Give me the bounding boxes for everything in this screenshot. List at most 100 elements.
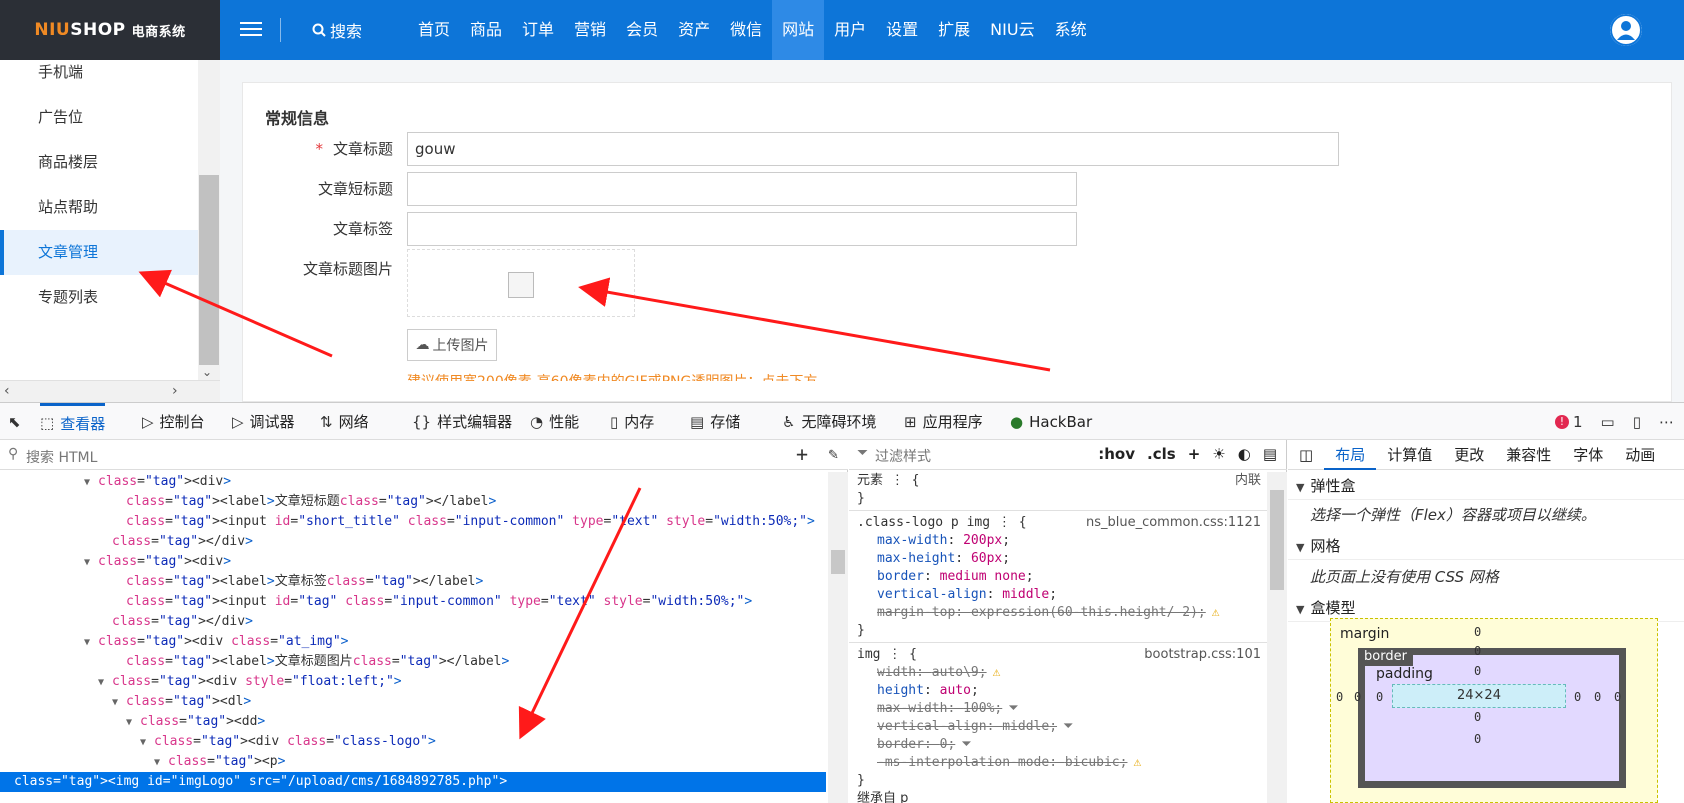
scroll-down-icon[interactable]: ⌄: [202, 365, 212, 379]
rule-prop-2[interactable]: border: medium none;: [849, 568, 1267, 586]
nav-item-0[interactable]: 首页: [408, 0, 460, 60]
border-left-value[interactable]: 0: [1354, 690, 1361, 704]
devtools-tab-10[interactable]: ● HackBar: [1010, 403, 1092, 440]
sidebar-toggle-icon[interactable]: ◫: [1288, 440, 1324, 470]
devtools-tab-0[interactable]: ⬚ 查看器: [40, 403, 106, 440]
light-theme-icon[interactable]: ☀: [1212, 445, 1225, 463]
html-node-1[interactable]: class="tag"><label>文章短标题class="tag"></la…: [112, 492, 496, 512]
filter-styles-input[interactable]: 过滤样式: [875, 446, 931, 466]
menu-toggle-icon[interactable]: [240, 18, 262, 40]
nav-item-3[interactable]: 营销: [564, 0, 616, 60]
devtools-tab-1[interactable]: ▷ 控制台: [142, 403, 205, 440]
more-options-icon[interactable]: ⋯: [1659, 413, 1674, 431]
html-node-12[interactable]: ▼ class="tag"><dd>: [126, 712, 265, 732]
grid-section-header[interactable]: ▼ 网格: [1288, 532, 1684, 560]
rule-prop-3[interactable]: vertical-align: middle;: [849, 586, 1267, 604]
html-scroll-thumb[interactable]: [831, 550, 845, 574]
layout-tab-2[interactable]: 更改: [1443, 440, 1495, 470]
hov-toggle[interactable]: :hov: [1098, 445, 1135, 463]
html-node-9[interactable]: class="tag"><label>文章标题图片class="tag"></l…: [112, 652, 509, 672]
add-node-icon[interactable]: +: [796, 442, 808, 466]
user-avatar-icon[interactable]: [1610, 14, 1642, 46]
element-picker-icon[interactable]: ⬉: [8, 403, 27, 440]
layout-tab-4[interactable]: 字体: [1562, 440, 1614, 470]
html-node-15[interactable]: class="tag"><img id="imgLogo" src="/uplo…: [0, 772, 826, 792]
sidebar-item-3[interactable]: 站点帮助: [0, 185, 198, 230]
devtools-tab-3[interactable]: ⇅ 网络: [320, 403, 369, 440]
cls-toggle[interactable]: .cls: [1147, 445, 1176, 463]
rule-img-prop-5[interactable]: -ms-interpolation-mode: bicubic; ⚠: [849, 754, 1267, 772]
html-node-0[interactable]: ▼ class="tag"><div>: [84, 472, 231, 492]
eyedropper-icon[interactable]: ✎: [828, 444, 838, 463]
search-button[interactable]: 搜索: [312, 0, 362, 60]
rule-element-header[interactable]: 元素 ⋮ {内联: [849, 472, 1267, 490]
html-node-13[interactable]: ▼ class="tag"><div class="class-logo">: [140, 732, 436, 752]
short-title-input[interactable]: [407, 172, 1077, 206]
rule-prop-0[interactable]: max-width: 200px;: [849, 532, 1267, 550]
box-model-content[interactable]: 24×24: [1392, 684, 1566, 708]
rule-close[interactable]: }: [849, 622, 1267, 640]
devtools-tab-5[interactable]: ◔ 性能: [530, 403, 579, 440]
devtools-tab-6[interactable]: ▯ 内存: [610, 403, 654, 440]
layout-tab-5[interactable]: 动画: [1614, 440, 1666, 470]
nav-item-6[interactable]: 微信: [720, 0, 772, 60]
html-scrollbar[interactable]: [828, 472, 848, 803]
padding-bottom-value[interactable]: 0: [1474, 710, 1481, 724]
split-console-icon[interactable]: ▭: [1601, 413, 1615, 431]
nav-item-10[interactable]: 扩展: [928, 0, 980, 60]
upload-image-button[interactable]: ☁ 上传图片: [407, 329, 497, 361]
html-node-7[interactable]: class="tag"></div>: [98, 612, 253, 632]
nav-item-7[interactable]: 网站: [772, 0, 825, 60]
rule-img-header[interactable]: img ⋮ {bootstrap.css:101: [849, 646, 1267, 664]
margin-right-value[interactable]: 0: [1614, 690, 1621, 704]
print-media-icon[interactable]: ▤: [1263, 445, 1277, 463]
rule-img-prop-4[interactable]: border: 0; ⏷: [849, 736, 1267, 754]
rule-element-close[interactable]: }: [849, 490, 1267, 508]
nav-item-2[interactable]: 订单: [512, 0, 564, 60]
nav-item-12[interactable]: 系统: [1045, 0, 1097, 60]
html-node-4[interactable]: ▼ class="tag"><div>: [84, 552, 231, 572]
image-preview[interactable]: [407, 249, 635, 317]
html-node-10[interactable]: ▼ class="tag"><div style="float:left;">: [98, 672, 402, 692]
html-node-3[interactable]: class="tag"></div>: [98, 532, 253, 552]
html-node-8[interactable]: ▼ class="tag"><div class="at_img">: [84, 632, 349, 652]
devtools-tab-8[interactable]: ♿ 无障碍环境: [782, 403, 876, 440]
html-node-2[interactable]: class="tag"><input id="short_title" clas…: [112, 512, 815, 532]
margin-left-value[interactable]: 0: [1336, 690, 1343, 704]
html-node-14[interactable]: ▼ class="tag"><p>: [154, 752, 285, 772]
scroll-right-icon[interactable]: ›: [172, 383, 178, 399]
rule-close-2[interactable]: }: [849, 772, 1267, 790]
sidebar-item-5[interactable]: 专题列表: [0, 275, 198, 320]
sidebar-item-0[interactable]: 手机端: [0, 50, 198, 95]
sidebar-item-1[interactable]: 广告位: [0, 95, 198, 140]
html-search-bar[interactable]: ⚲ 搜索 HTML + ✎: [0, 440, 848, 470]
nav-item-4[interactable]: 会员: [616, 0, 668, 60]
layout-tab-1[interactable]: 计算值: [1376, 440, 1443, 470]
title-input[interactable]: gouw: [407, 132, 1339, 166]
layout-tab-3[interactable]: 兼容性: [1495, 440, 1562, 470]
devtools-tab-9[interactable]: ⊞ 应用程序: [904, 403, 983, 440]
tag-input[interactable]: [407, 212, 1077, 246]
scroll-left-icon[interactable]: ‹: [4, 383, 10, 399]
nav-item-1[interactable]: 商品: [460, 0, 512, 60]
rule-img-prop-0[interactable]: width: auto\9; ⚠: [849, 664, 1267, 682]
responsive-mode-icon[interactable]: ▯: [1633, 413, 1641, 431]
border-top-value[interactable]: 0: [1474, 644, 1481, 658]
html-node-5[interactable]: class="tag"><label>文章标签class="tag"></lab…: [112, 572, 483, 592]
padding-top-value[interactable]: 0: [1474, 664, 1481, 678]
rule-class-logo-header[interactable]: .class-logo p img ⋮ {ns_blue_common.css:…: [849, 514, 1267, 532]
sidebar-item-2[interactable]: 商品楼层: [0, 140, 198, 185]
padding-right-value[interactable]: 0: [1574, 690, 1581, 704]
border-right-value[interactable]: 0: [1594, 690, 1601, 704]
html-search-input[interactable]: 搜索 HTML: [26, 447, 97, 467]
sidebar-scroll-thumb[interactable]: [199, 175, 219, 365]
rule-prop-1[interactable]: max-height: 60px;: [849, 550, 1267, 568]
rule-img-prop-1[interactable]: height: auto;: [849, 682, 1267, 700]
rule-img-prop-3[interactable]: vertical-align: middle; ⏷: [849, 718, 1267, 736]
border-bottom-value[interactable]: 0: [1474, 732, 1481, 746]
nav-item-8[interactable]: 用户: [824, 0, 876, 60]
devtools-tab-2[interactable]: ▷ 调试器: [232, 403, 295, 440]
nav-item-9[interactable]: 设置: [876, 0, 928, 60]
html-node-6[interactable]: class="tag"><input id="tag" class="input…: [112, 592, 752, 612]
nav-item-11[interactable]: NIU云: [980, 0, 1044, 60]
